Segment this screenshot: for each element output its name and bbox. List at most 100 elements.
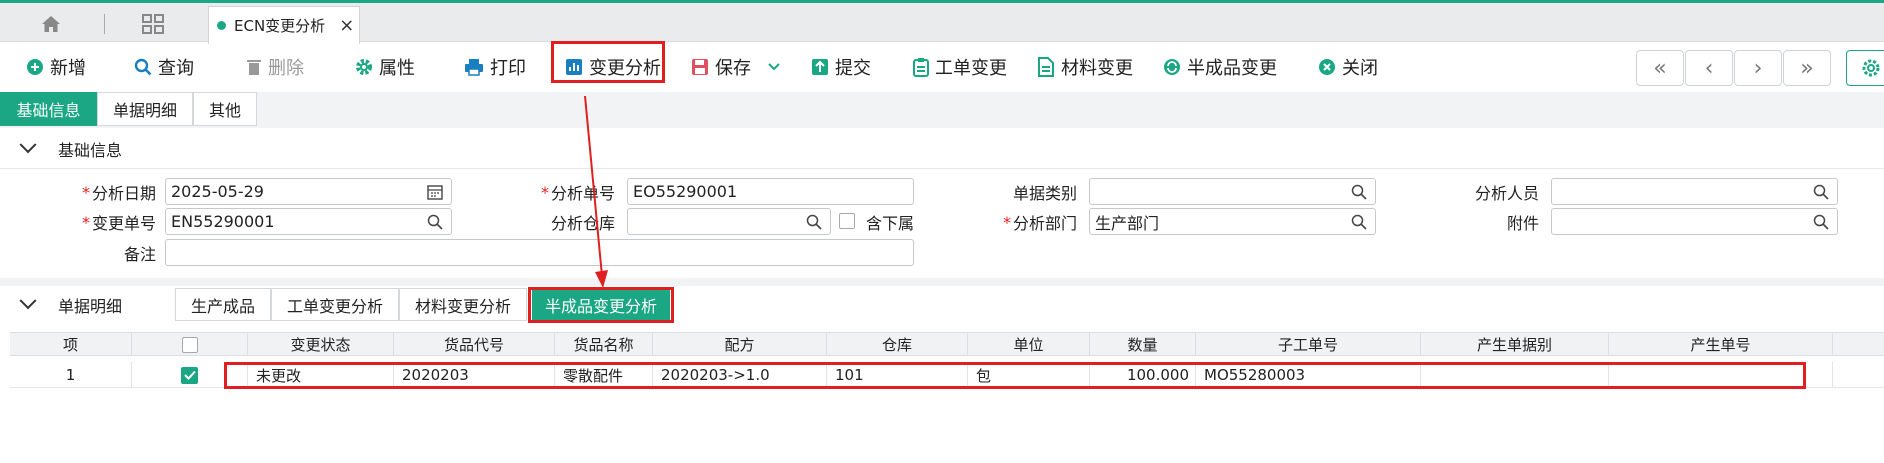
properties-button[interactable]: 属性: [355, 52, 415, 82]
tab-separator: [104, 14, 105, 34]
col-header-code[interactable]: 货品代号: [394, 333, 555, 356]
material-change-button[interactable]: 材料变更: [1037, 52, 1133, 82]
col-header-warehouse[interactable]: 仓库: [827, 333, 968, 356]
change-analysis-button[interactable]: 变更分析: [565, 52, 661, 82]
clipboard-icon: [913, 58, 929, 77]
tab-basic-info[interactable]: 基础信息: [0, 92, 97, 126]
bar-chart-icon: [566, 59, 582, 75]
active-dot-icon: [217, 21, 226, 30]
col-header-formula[interactable]: 配方: [653, 333, 827, 356]
remark-field[interactable]: [165, 239, 914, 266]
close-label: 关闭: [1342, 58, 1378, 79]
close-button[interactable]: 关闭: [1318, 52, 1378, 82]
analyst-field[interactable]: [1551, 178, 1838, 205]
double-chevron-left-icon: «: [1653, 55, 1667, 81]
annotation-arrow: [584, 95, 608, 288]
col-header-name[interactable]: 货品名称: [555, 333, 653, 356]
plus-circle-icon: [27, 59, 43, 75]
search-icon[interactable]: [1351, 184, 1367, 200]
include-sub-label: 含下属: [866, 214, 915, 233]
main-tab-strip: [0, 92, 1884, 128]
col-header-qty[interactable]: 数量: [1090, 333, 1196, 356]
section-spacer: [0, 278, 1884, 286]
prev-page-button[interactable]: ‹: [1685, 50, 1733, 86]
warehouse-field[interactable]: [627, 208, 831, 235]
select-all-checkbox[interactable]: [181, 336, 198, 353]
attachment-field[interactable]: [1551, 208, 1838, 235]
document-icon: [1038, 57, 1054, 77]
basic-info-section-header[interactable]: 基础信息: [0, 130, 1884, 168]
search-icon[interactable]: [1813, 184, 1829, 200]
subtab-work-order-analysis[interactable]: 工单变更分析: [271, 288, 399, 321]
check-icon: [183, 370, 196, 380]
row-highlight: [224, 362, 1806, 389]
semi-product-change-button[interactable]: 半成品变更: [1163, 52, 1277, 82]
printer-icon: [465, 59, 483, 76]
chevron-down-icon[interactable]: [767, 62, 781, 72]
chevron-down-icon: [19, 136, 37, 154]
add-label: 新增: [50, 58, 86, 79]
col-header-status[interactable]: 变更状态: [248, 333, 394, 356]
close-circle-icon: [1319, 59, 1335, 75]
col-header-item: 项: [10, 333, 132, 356]
save-button[interactable]: 保存: [691, 52, 781, 82]
calendar-icon[interactable]: [427, 184, 443, 200]
search-icon[interactable]: [427, 214, 443, 230]
subtab-highlight: [528, 287, 674, 323]
print-button[interactable]: 打印: [464, 52, 526, 82]
row-checkbox[interactable]: [181, 366, 198, 384]
tab-ecn-change-analysis[interactable]: ECN变更分析 ×: [208, 6, 360, 44]
next-page-button[interactable]: ›: [1734, 50, 1782, 86]
submit-label: 提交: [835, 58, 871, 79]
work-order-change-button[interactable]: 工单变更: [913, 52, 1007, 82]
work-order-change-label: 工单变更: [935, 58, 1007, 79]
divider: [0, 168, 1884, 169]
first-page-button[interactable]: «: [1636, 50, 1684, 86]
search-icon[interactable]: [1813, 214, 1829, 230]
change-no-label: * 变更单号: [81, 212, 156, 234]
analysis-date-field[interactable]: 2025-05-29: [165, 178, 452, 205]
col-header-gen-no[interactable]: 产生单号: [1609, 333, 1833, 356]
subtab-finished-product[interactable]: 生产成品: [175, 288, 271, 321]
settings-button[interactable]: [1846, 50, 1884, 86]
refresh-circle-icon: [1164, 59, 1180, 75]
properties-label: 属性: [379, 58, 415, 79]
doc-type-field[interactable]: [1089, 178, 1376, 205]
change-no-field[interactable]: EN55290001: [165, 208, 452, 235]
close-icon[interactable]: ×: [339, 15, 354, 36]
semi-product-change-label: 半成品变更: [1187, 58, 1277, 79]
submit-button[interactable]: 提交: [811, 52, 871, 82]
tab-detail[interactable]: 单据明细: [97, 92, 193, 126]
double-chevron-right-icon: »: [1800, 55, 1814, 81]
apps-button[interactable]: [130, 9, 176, 39]
gear-icon: [356, 59, 372, 75]
home-icon: [42, 16, 60, 32]
include-sub-checkbox[interactable]: [839, 213, 855, 229]
query-button[interactable]: 查询: [134, 52, 194, 82]
grid-header: 项 变更状态 货品代号 货品名称 配方 仓库 单位 数量 子工单号 产生单据别 …: [10, 332, 1884, 356]
change-analysis-label: 变更分析: [589, 58, 661, 79]
search-icon[interactable]: [1351, 214, 1367, 230]
col-header-sub-order[interactable]: 子工单号: [1196, 333, 1421, 356]
col-header-select: [132, 333, 248, 356]
col-header-gen-type[interactable]: 产生单据别: [1421, 333, 1609, 356]
analysis-no-field[interactable]: EO55290001: [627, 178, 914, 205]
chevron-left-icon: ‹: [1704, 55, 1714, 81]
analyst-label: 分析人员: [1474, 184, 1539, 203]
add-button[interactable]: 新增: [26, 52, 86, 82]
tab-other[interactable]: 其他: [193, 92, 257, 126]
last-page-button[interactable]: »: [1783, 50, 1831, 86]
dept-field[interactable]: 生产部门: [1089, 208, 1376, 235]
print-label: 打印: [490, 58, 526, 79]
home-button[interactable]: [28, 9, 74, 39]
remark-label: 备注: [123, 245, 156, 264]
attachment-label: 附件: [1506, 214, 1539, 233]
search-icon[interactable]: [806, 214, 822, 230]
col-header-unit[interactable]: 单位: [968, 333, 1090, 356]
section-title: 单据明细: [58, 297, 123, 316]
subtab-material-analysis[interactable]: 材料变更分析: [399, 288, 527, 321]
section-title: 基础信息: [58, 141, 123, 160]
delete-button[interactable]: 删除: [246, 52, 304, 82]
search-icon: [134, 58, 152, 76]
analysis-date-label: * 分析日期: [81, 182, 156, 204]
